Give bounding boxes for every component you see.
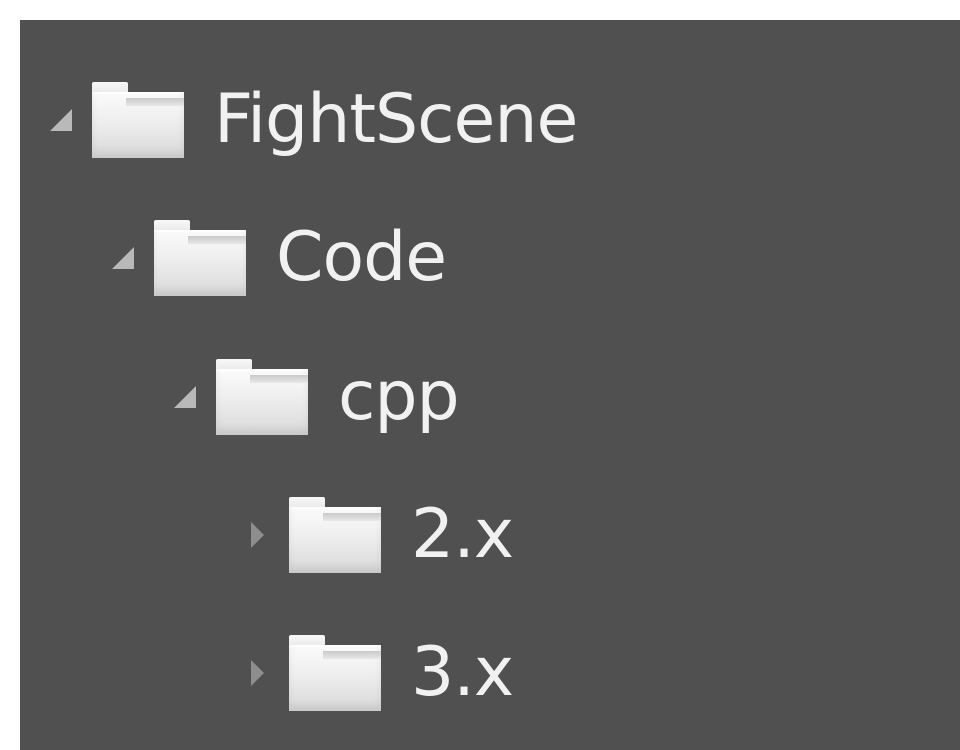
tree-item-label: 3.x	[411, 633, 514, 712]
tree-item-label: 2.x	[411, 495, 514, 574]
tree-item-label: cpp	[338, 357, 460, 436]
tree-item-fightscene[interactable]: FightScene	[48, 65, 578, 175]
file-tree-panel: FightScene Code cpp 2.x 3.x	[20, 20, 960, 750]
tree-item-2x[interactable]: 2.x	[245, 480, 514, 590]
clipped-previous-row	[20, 20, 960, 32]
folder-icon	[216, 359, 308, 435]
expanded-arrow-icon[interactable]	[172, 382, 198, 412]
expanded-arrow-icon[interactable]	[110, 243, 136, 273]
tree-item-code[interactable]: Code	[110, 203, 447, 313]
folder-icon	[154, 220, 246, 296]
tree-item-3x[interactable]: 3.x	[245, 618, 514, 728]
expanded-arrow-icon[interactable]	[48, 105, 74, 135]
folder-icon	[289, 635, 381, 711]
tree-item-label: Code	[276, 218, 447, 297]
collapsed-arrow-icon[interactable]	[245, 520, 271, 550]
folder-icon	[289, 497, 381, 573]
tree-item-cpp[interactable]: cpp	[172, 342, 460, 452]
folder-icon	[92, 82, 184, 158]
collapsed-arrow-icon[interactable]	[245, 658, 271, 688]
tree-item-label: FightScene	[214, 80, 578, 159]
